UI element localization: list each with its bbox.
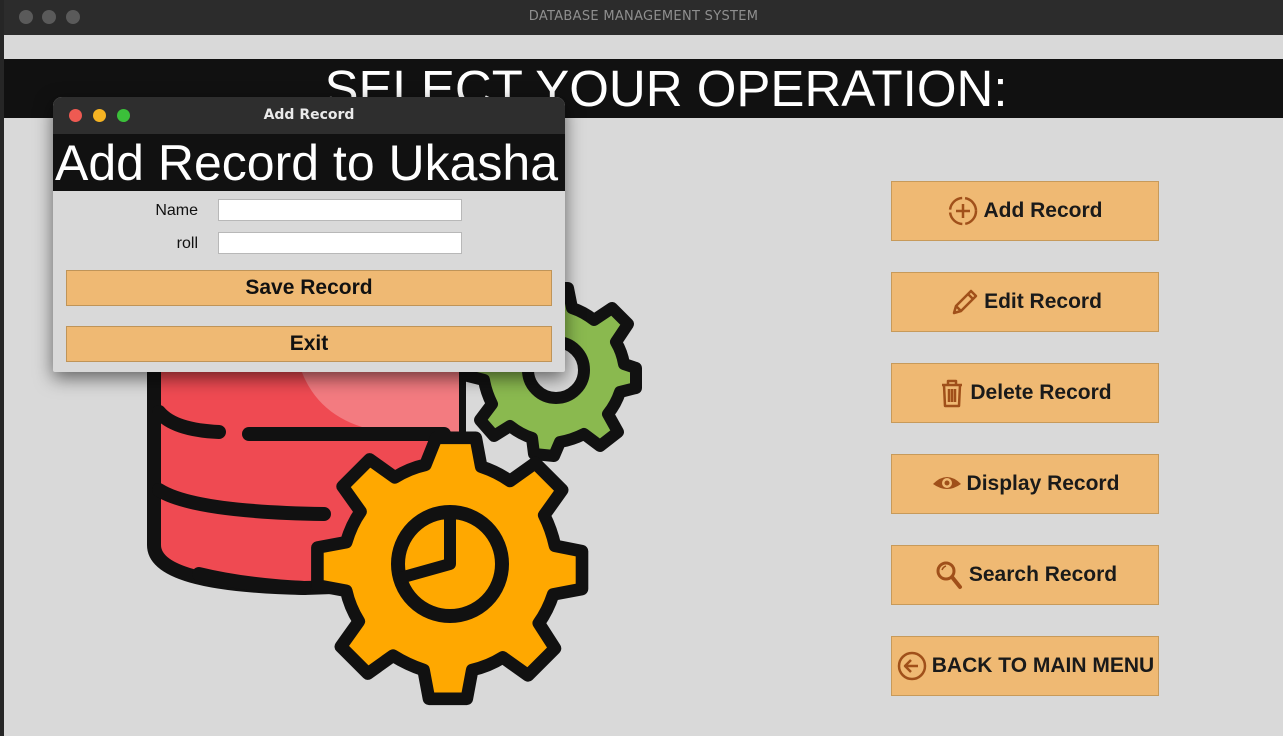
display-record-label: Display Record: [966, 472, 1120, 495]
display-record-button[interactable]: Display Record: [891, 454, 1159, 514]
save-record-button[interactable]: Save Record: [66, 270, 552, 306]
dialog-title: Add Record: [263, 107, 355, 123]
add-circle-icon: [947, 195, 979, 227]
roll-label: roll: [176, 235, 198, 252]
magnifier-icon: [933, 559, 965, 591]
back-to-main-menu-button[interactable]: BACK TO MAIN MENU: [891, 636, 1159, 696]
dialog-banner: Add Record to Ukasha: [53, 134, 565, 191]
back-to-main-menu-label: BACK TO MAIN MENU: [931, 654, 1155, 677]
dialog-titlebar: Add Record: [53, 97, 565, 134]
eye-icon: [931, 468, 963, 500]
edit-record-label: Edit Record: [984, 290, 1102, 313]
delete-record-button[interactable]: Delete Record: [891, 363, 1159, 423]
name-input[interactable]: [218, 199, 462, 221]
edit-record-button[interactable]: Edit Record: [891, 272, 1159, 332]
dialog-heading: Add Record to Ukasha: [55, 135, 559, 191]
back-arrow-icon: [896, 650, 928, 682]
add-record-button[interactable]: Add Record: [891, 181, 1159, 241]
roll-input[interactable]: [218, 232, 462, 254]
search-record-button[interactable]: Search Record: [891, 545, 1159, 605]
name-label: Name: [155, 202, 198, 219]
search-record-label: Search Record: [968, 563, 1118, 586]
add-record-dialog: Add Record Add Record to Ukasha Name rol…: [53, 97, 565, 372]
pencil-icon: [948, 286, 980, 318]
trash-icon: [938, 377, 966, 409]
add-record-label: Add Record: [983, 199, 1103, 222]
delete-record-label: Delete Record: [970, 381, 1112, 404]
exit-button[interactable]: Exit: [66, 326, 552, 362]
orange-gear-icon: [311, 431, 589, 706]
